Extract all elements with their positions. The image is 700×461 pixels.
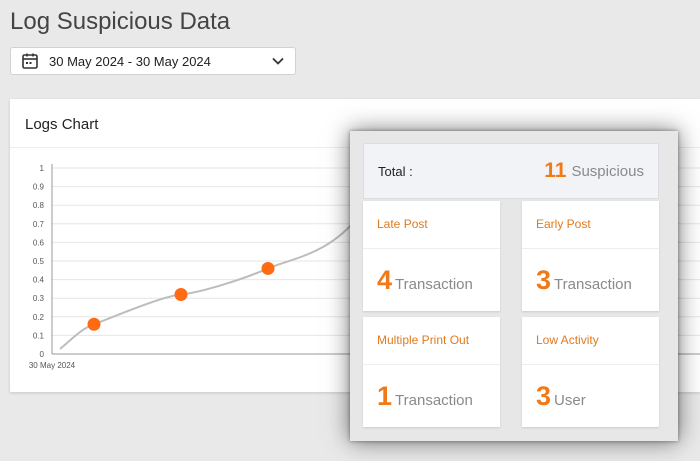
y-tick-label: 0.5 xyxy=(33,257,45,266)
stat-divider xyxy=(363,248,500,249)
stat-label: Early Post xyxy=(536,217,591,231)
y-tick-label: 1 xyxy=(40,164,45,173)
stat-label: Late Post xyxy=(377,217,428,231)
total-unit: Suspicious xyxy=(571,162,644,180)
stat-count: 3 xyxy=(536,265,552,295)
stat-divider xyxy=(522,364,659,365)
stat-early-post[interactable]: Early Post 3 Transaction xyxy=(522,201,659,311)
y-tick-label: 0.9 xyxy=(33,183,45,192)
stat-multiple-print-out[interactable]: Multiple Print Out 1 Transaction xyxy=(363,317,500,427)
stat-value: 3 User xyxy=(536,381,586,412)
date-range-picker[interactable]: 30 May 2024 - 30 May 2024 xyxy=(10,47,296,75)
stat-count: 1 xyxy=(377,381,393,411)
total-count: 11 xyxy=(544,159,567,182)
date-range-value: 30 May 2024 - 30 May 2024 xyxy=(49,53,211,69)
stat-value: 1 Transaction xyxy=(377,381,473,412)
calendar-icon xyxy=(22,53,38,69)
series-line xyxy=(59,213,361,350)
data-point xyxy=(261,261,275,275)
stat-unit: Transaction xyxy=(395,276,473,293)
logs-chart-title: Logs Chart xyxy=(25,116,99,133)
stat-value: 4 Transaction xyxy=(377,265,473,296)
suspicious-summary-panel: Total : 11 Suspicious Late Post 4 Transa… xyxy=(350,131,678,441)
page-title: Log Suspicious Data xyxy=(10,8,231,35)
stat-divider xyxy=(363,364,500,365)
y-tick-label: 0.1 xyxy=(33,331,45,340)
chevron-down-icon[interactable] xyxy=(271,54,285,68)
y-tick-label: 0.8 xyxy=(33,201,45,210)
data-point xyxy=(174,287,188,301)
stat-late-post[interactable]: Late Post 4 Transaction xyxy=(363,201,500,311)
stat-count: 3 xyxy=(536,381,552,411)
y-tick-label: 0.3 xyxy=(33,294,45,303)
y-tick-label: 0 xyxy=(40,350,45,359)
stat-unit: Transaction xyxy=(554,276,632,293)
stat-unit: User xyxy=(554,392,586,409)
y-tick-label: 0.4 xyxy=(33,276,45,285)
y-tick-label: 0.7 xyxy=(33,220,45,229)
y-tick-label: 0.2 xyxy=(33,313,45,322)
stat-value: 3 Transaction xyxy=(536,265,632,296)
data-point xyxy=(87,317,101,331)
stat-count: 4 xyxy=(377,265,393,295)
stat-low-activity[interactable]: Low Activity 3 User xyxy=(522,317,659,427)
total-label: Total : xyxy=(378,163,413,179)
y-tick-label: 0.6 xyxy=(33,238,45,247)
x-tick-label: 30 May 2024 xyxy=(29,361,76,370)
total-suspicious-box: Total : 11 Suspicious xyxy=(363,143,659,199)
stat-divider xyxy=(522,248,659,249)
stat-unit: Transaction xyxy=(395,392,473,409)
stat-label: Low Activity xyxy=(536,333,599,347)
stat-label: Multiple Print Out xyxy=(377,333,470,347)
